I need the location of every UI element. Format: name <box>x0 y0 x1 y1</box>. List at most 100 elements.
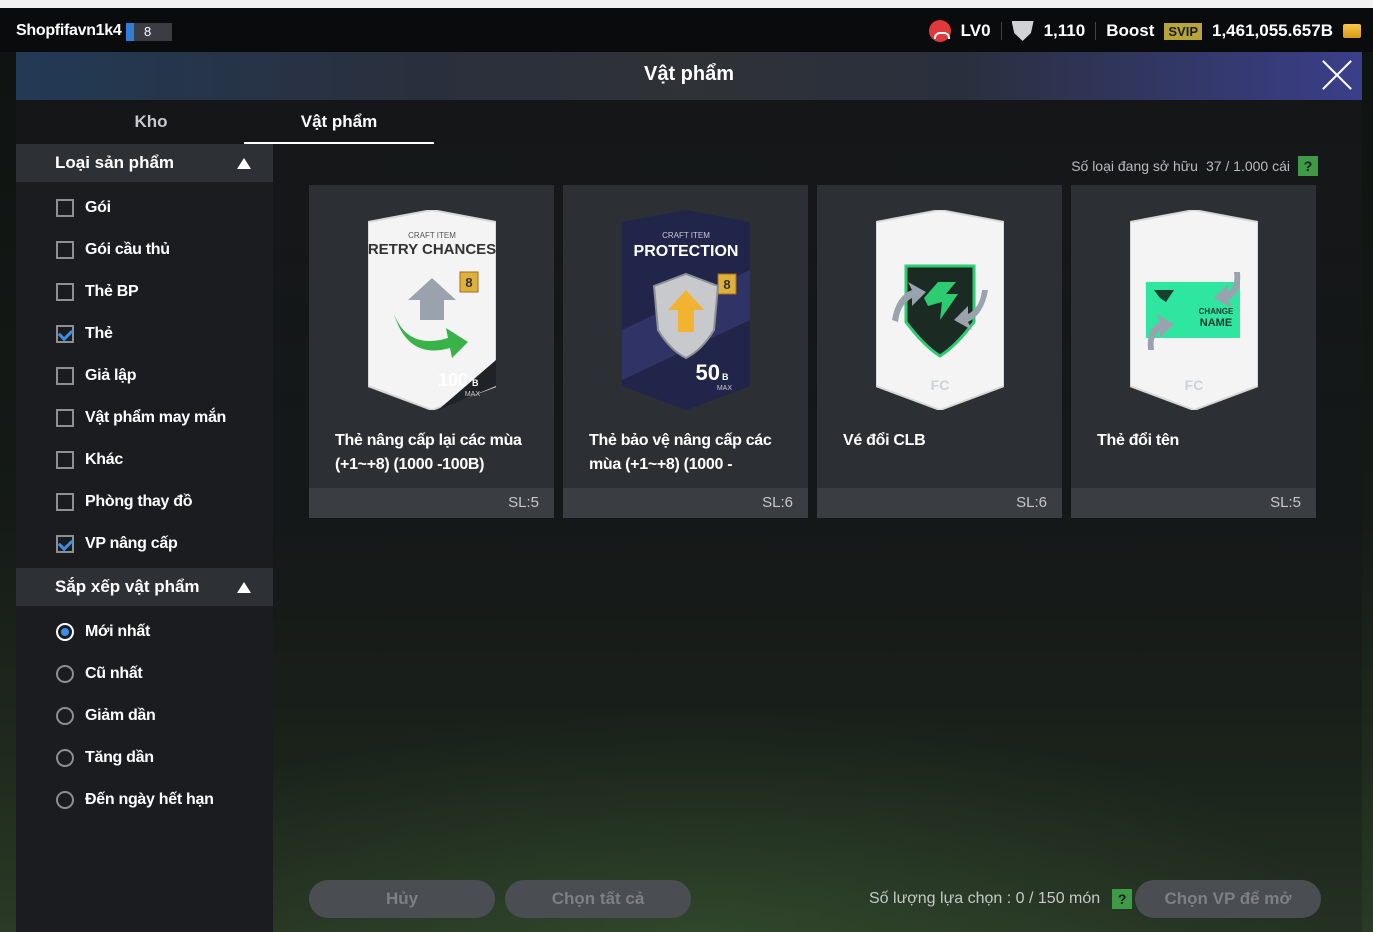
coin-balance: 1,461,055.657B <box>1212 21 1333 40</box>
owned-label: Số loại đang sở hữu <box>1071 158 1198 174</box>
filter-label: Khác <box>85 451 123 468</box>
item-name: Vé đổi CLB <box>843 432 926 449</box>
item-card[interactable]: FC Vé đổi CLB SL:6 <box>817 185 1062 518</box>
radio[interactable] <box>56 707 74 725</box>
select-all-button[interactable]: Chọn tất cả <box>505 880 691 918</box>
item-quantity: SL:5 <box>1071 488 1316 518</box>
sort-label: Giảm dần <box>85 707 156 724</box>
player-stats: LV0 1,110 Boost SVIP 1,461,055.657B <box>928 20 1361 42</box>
rank-icon <box>928 20 951 42</box>
category-section-header[interactable]: Loại sản phẩm <box>16 144 273 182</box>
sort-label: Mới nhất <box>85 623 150 640</box>
filter-goi[interactable]: Gói <box>16 187 273 229</box>
checkbox[interactable] <box>56 367 74 385</box>
window-title: Vật phẩm <box>643 63 735 85</box>
trophy-shield-icon <box>1011 21 1034 41</box>
checkbox-checked[interactable] <box>56 325 74 343</box>
tab-bar: Kho Vật phẩm <box>16 100 1362 144</box>
checkbox[interactable] <box>56 409 74 427</box>
filter-phong-thay-do[interactable]: Phòng thay đồ <box>16 481 273 523</box>
card-unit: B <box>722 372 729 382</box>
sort-label: Cũ nhất <box>85 665 143 682</box>
category-list: Gói Gói cầu thủ Thẻ BP Thẻ Giả lập Vật p… <box>16 182 273 565</box>
sort-ascending[interactable]: Tăng dần <box>16 737 273 779</box>
radio[interactable] <box>56 749 74 767</box>
collapse-arrow-icon <box>237 158 251 169</box>
rank-level: LV0 <box>960 21 991 40</box>
radio-selected[interactable] <box>56 623 74 641</box>
filter-vp-nang-cap[interactable]: VP nâng cấp <box>16 523 273 565</box>
help-icon[interactable]: ? <box>1112 889 1133 909</box>
retry-chances-card-icon: CRAFT ITEM RETRY CHANCES 8 100 B MAX <box>368 210 496 410</box>
divider <box>1095 22 1097 40</box>
item-quantity: SL:6 <box>563 488 808 518</box>
close-icon[interactable] <box>1320 58 1354 92</box>
card-unit: B <box>472 378 479 388</box>
item-quantity: SL:6 <box>817 488 1062 518</box>
filter-sidebar: Loại sản phẩm Gói Gói cầu thủ Thẻ BP Thẻ… <box>16 144 273 932</box>
sort-label: Đến ngày hết hạn <box>85 791 214 808</box>
top-bar: Shopfifavn1k4 8 LV0 1,110 Boost SVIP 1,4… <box>0 0 1373 52</box>
checkbox[interactable] <box>56 283 74 301</box>
owned-count: Số loại đang sở hữu 37 / 1.000 cái ? <box>1071 156 1318 176</box>
filter-label: Thẻ BP <box>85 283 139 300</box>
card-title: PROTECTION <box>634 243 739 260</box>
filter-vat-pham-may-man[interactable]: Vật phẩm may mắn <box>16 397 273 439</box>
open-item-button[interactable]: Chọn VP để mở <box>1135 880 1321 918</box>
craft-item-label: CRAFT ITEM <box>408 231 456 240</box>
cancel-button[interactable]: Hủy <box>309 880 495 918</box>
window-header: Vật phẩm <box>16 52 1362 100</box>
filter-label: Gói <box>85 199 111 216</box>
filter-label: Giả lập <box>85 367 137 384</box>
sort-expiry[interactable]: Đến ngày hết hạn <box>16 779 273 821</box>
card-line2: NAME <box>1200 317 1232 329</box>
username: Shopfifavn1k4 <box>16 22 122 39</box>
filter-label: Thẻ <box>85 325 113 342</box>
sort-list: Mới nhất Cũ nhất Giảm dần Tăng dần Đến n… <box>16 606 273 821</box>
radio[interactable] <box>56 665 74 683</box>
filter-label: Phòng thay đồ <box>85 493 193 510</box>
filter-goi-cau-thu[interactable]: Gói cầu thủ <box>16 229 273 271</box>
checkbox[interactable] <box>56 199 74 217</box>
sort-section-header[interactable]: Sắp xếp vật phẩm <box>16 568 273 606</box>
filter-khac[interactable]: Khác <box>16 439 273 481</box>
sort-label: Tăng dần <box>85 749 154 766</box>
filter-the-bp[interactable]: Thẻ BP <box>16 271 273 313</box>
card-value: 50 <box>696 360 720 385</box>
divider <box>1000 22 1002 40</box>
item-grid-panel: Số loại đang sở hữu 37 / 1.000 cái ? CRA… <box>273 144 1362 932</box>
coin-icon <box>1343 24 1361 38</box>
category-section-title: Loại sản phẩm <box>55 153 175 172</box>
boost-label: Boost <box>1106 21 1155 40</box>
item-name: Thẻ nâng cấp lại các mùa (+1~+8) (1000 -… <box>335 432 522 473</box>
item-quantity: SL:5 <box>309 488 554 518</box>
filter-the[interactable]: Thẻ <box>16 313 273 355</box>
selection-count: Số lượng lựa chọn : 0 / 150 món ? <box>869 889 1133 909</box>
item-card[interactable]: CHANGE NAME FC Thẻ đổi tên SL:5 <box>1071 185 1316 518</box>
trophy-count: 1,110 <box>1043 21 1086 40</box>
checkbox[interactable] <box>56 241 74 259</box>
checkbox-checked[interactable] <box>56 535 74 553</box>
filter-gia-lap[interactable]: Giả lập <box>16 355 273 397</box>
tab-items[interactable]: Vật phẩm <box>244 100 434 144</box>
checkbox[interactable] <box>56 493 74 511</box>
svg-text:FC: FC <box>1185 377 1204 393</box>
help-icon[interactable]: ? <box>1298 156 1318 176</box>
item-card[interactable]: CRAFT ITEM RETRY CHANCES 8 100 B MAX Thẻ… <box>309 185 554 518</box>
craft-item-label: CRAFT ITEM <box>662 231 710 240</box>
filter-label: Vật phẩm may mắn <box>85 409 227 426</box>
selection-label: Số lượng lựa chọn : 0 / 150 món <box>869 890 1101 907</box>
card-sub: MAX <box>717 385 733 392</box>
radio[interactable] <box>56 791 74 809</box>
item-card[interactable]: CRAFT ITEM PROTECTION 8 50 B MAX Thẻ bảo… <box>563 185 808 518</box>
protection-card-icon: CRAFT ITEM PROTECTION 8 50 B MAX <box>622 210 750 410</box>
checkbox[interactable] <box>56 451 74 469</box>
sort-oldest[interactable]: Cũ nhất <box>16 653 273 695</box>
sort-descending[interactable]: Giảm dần <box>16 695 273 737</box>
sort-section-title: Sắp xếp vật phẩm <box>55 577 200 596</box>
card-badge: 8 <box>723 277 730 292</box>
tab-storage[interactable]: Kho <box>56 100 246 144</box>
sort-newest[interactable]: Mới nhất <box>16 611 273 653</box>
svg-text:FC: FC <box>931 377 950 393</box>
card-badge: 8 <box>465 275 472 290</box>
